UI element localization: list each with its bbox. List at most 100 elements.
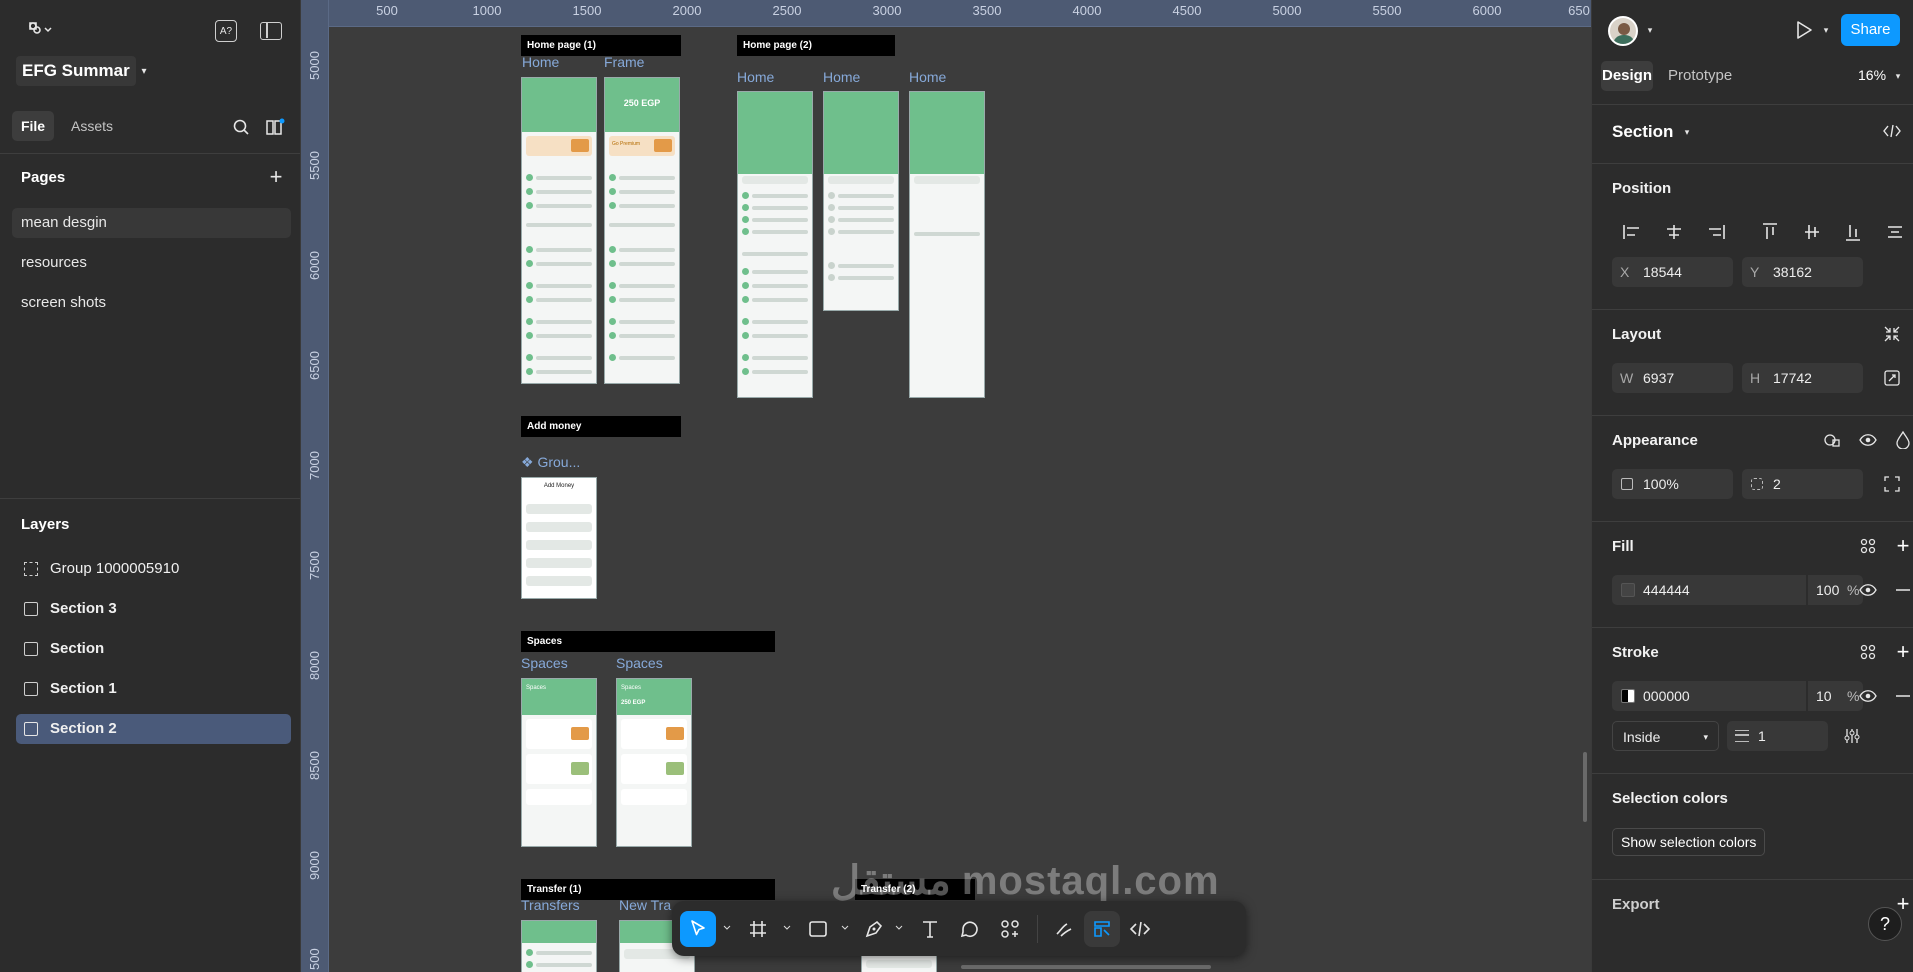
tab-file[interactable]: File xyxy=(12,111,54,141)
phone-frame-home[interactable] xyxy=(521,77,597,384)
vertical-scrollbar[interactable] xyxy=(1583,752,1587,822)
selection-name[interactable]: Section xyxy=(1612,122,1673,142)
fill-opacity-field[interactable]: 100 % xyxy=(1808,575,1863,605)
code-icon[interactable] xyxy=(1882,121,1902,141)
fill-swatch[interactable] xyxy=(1621,583,1635,597)
height-field[interactable]: H 17742 xyxy=(1742,363,1863,393)
chevron-down-icon[interactable]: ▾ xyxy=(1682,124,1692,140)
frame-label[interactable]: Home xyxy=(909,69,946,85)
add-stroke-icon[interactable]: + xyxy=(1893,639,1913,664)
page-item-mean-desgin[interactable]: mean desgin xyxy=(12,208,291,238)
layer-item-section-2[interactable]: Section 2 xyxy=(16,714,291,744)
frame-label[interactable]: ❖ Grou... xyxy=(521,454,580,471)
distribute-icon[interactable] xyxy=(1885,222,1905,242)
phone-frame-transfer-2[interactable] xyxy=(861,955,937,972)
frame-label[interactable]: New Tra xyxy=(619,897,671,913)
chevron-down-icon[interactable] xyxy=(782,920,792,936)
help-button[interactable]: ? xyxy=(1868,907,1902,941)
figma-menu-icon[interactable] xyxy=(22,18,58,42)
comment-tool-button[interactable] xyxy=(952,911,988,947)
phone-frame-spaces-balance[interactable]: Spaces 250 EGP xyxy=(616,678,692,847)
align-left-icon[interactable] xyxy=(1622,222,1642,242)
opacity-field[interactable]: 100% xyxy=(1612,469,1733,499)
width-field[interactable]: W 6937 xyxy=(1612,363,1733,393)
align-horizontal-center-icon[interactable] xyxy=(1664,222,1684,242)
styles-icon[interactable] xyxy=(1858,536,1878,556)
text-tool-button[interactable] xyxy=(912,911,948,947)
phone-frame-spaces[interactable]: Spaces xyxy=(521,678,597,847)
chevron-down-icon[interactable] xyxy=(894,920,904,936)
add-page-icon[interactable]: + xyxy=(266,164,286,189)
chevron-down-icon[interactable]: ▾ xyxy=(1893,68,1903,84)
layer-item-section-3[interactable]: Section 3 xyxy=(16,594,291,624)
phone-frame-home-2a[interactable] xyxy=(737,91,813,398)
chevron-down-icon[interactable]: ▾ xyxy=(136,63,152,79)
add-fill-icon[interactable]: + xyxy=(1893,533,1913,558)
zoom-level[interactable]: 16% xyxy=(1858,67,1886,83)
horizontal-scrollbar[interactable] xyxy=(961,965,1211,969)
remove-fill-icon[interactable] xyxy=(1893,580,1913,600)
align-bottom-icon[interactable] xyxy=(1843,222,1863,242)
remove-stroke-icon[interactable] xyxy=(1893,686,1913,706)
pen-tool-button[interactable] xyxy=(856,911,892,947)
frame-label[interactable]: Spaces xyxy=(616,655,663,671)
stroke-weight-field[interactable]: 1 xyxy=(1727,721,1828,751)
stroke-opacity-field[interactable]: 10 % xyxy=(1808,681,1863,711)
blend-mode-icon[interactable] xyxy=(1893,430,1913,450)
layer-item-group[interactable]: Group 1000005910 xyxy=(16,554,291,584)
frame-label[interactable]: Frame xyxy=(604,54,644,70)
frame-tool-button[interactable] xyxy=(740,911,776,947)
align-top-icon[interactable] xyxy=(1760,222,1780,242)
page-item-screen-shots[interactable]: screen shots xyxy=(12,288,291,318)
tab-prototype[interactable]: Prototype xyxy=(1668,61,1732,91)
rectangle-tool-button[interactable] xyxy=(800,911,836,947)
section-title-home-1[interactable]: Home page (1) xyxy=(521,35,681,56)
chevron-down-icon[interactable] xyxy=(840,920,850,936)
collapse-icon[interactable] xyxy=(1882,324,1902,344)
play-icon[interactable] xyxy=(1792,18,1816,42)
align-right-icon[interactable] xyxy=(1706,222,1726,242)
section-title-home-2[interactable]: Home page (2) xyxy=(737,35,895,56)
eye-icon[interactable] xyxy=(1858,686,1878,706)
file-name[interactable]: EFG Summar xyxy=(16,56,136,86)
search-icon[interactable] xyxy=(231,117,251,137)
section-title-spaces[interactable]: Spaces xyxy=(521,631,775,652)
phone-frame-add-money[interactable]: Add Money xyxy=(521,477,597,599)
styles-icon[interactable] xyxy=(1858,642,1878,662)
layer-item-section-1[interactable]: Section 1 xyxy=(16,674,291,704)
draw-mode-button[interactable] xyxy=(1046,911,1082,947)
align-vertical-center-icon[interactable] xyxy=(1802,222,1822,242)
variable-mode-icon[interactable] xyxy=(1822,430,1842,450)
phone-frame-home-2c[interactable] xyxy=(909,91,985,398)
eye-icon[interactable] xyxy=(1858,580,1878,600)
actions-tool-button[interactable] xyxy=(992,911,1028,947)
frame-label[interactable]: Home xyxy=(522,54,559,70)
fill-color-field[interactable]: 444444 xyxy=(1612,575,1806,605)
independent-corners-icon[interactable] xyxy=(1882,474,1902,494)
text-styles-icon[interactable]: A? xyxy=(215,20,237,42)
eye-icon[interactable] xyxy=(1858,430,1878,450)
x-position-field[interactable]: X 18544 xyxy=(1612,257,1733,287)
stroke-color-field[interactable]: 000000 xyxy=(1612,681,1806,711)
page-item-resources[interactable]: resources xyxy=(12,248,291,278)
move-tool-button[interactable] xyxy=(680,911,716,947)
frame-label[interactable]: Transfers xyxy=(521,897,580,913)
chevron-down-icon[interactable]: ▾ xyxy=(1820,22,1832,38)
canvas[interactable]: 500 1000 1500 2000 2500 3000 3500 4000 4… xyxy=(301,0,1591,972)
stroke-settings-icon[interactable] xyxy=(1842,726,1862,746)
phone-frame-home-2b[interactable] xyxy=(823,91,899,311)
stroke-swatch[interactable] xyxy=(1621,689,1635,703)
chevron-down-icon[interactable]: ▾ xyxy=(1644,22,1656,38)
library-icon[interactable] xyxy=(264,117,286,137)
section-title-add-money[interactable]: Add money xyxy=(521,416,681,437)
tab-design[interactable]: Design xyxy=(1601,61,1653,91)
corner-radius-field[interactable]: 2 xyxy=(1742,469,1863,499)
frame-label[interactable]: Spaces xyxy=(521,655,568,671)
frame-label[interactable]: Home xyxy=(737,69,774,85)
show-selection-colors-button[interactable]: Show selection colors xyxy=(1612,828,1766,856)
share-button[interactable]: Share xyxy=(1841,14,1900,46)
stroke-align-select[interactable]: Inside ▾ xyxy=(1612,721,1719,751)
chevron-down-icon[interactable] xyxy=(722,920,732,936)
frame-label[interactable]: Home xyxy=(823,69,860,85)
resize-to-fit-icon[interactable] xyxy=(1882,368,1902,388)
